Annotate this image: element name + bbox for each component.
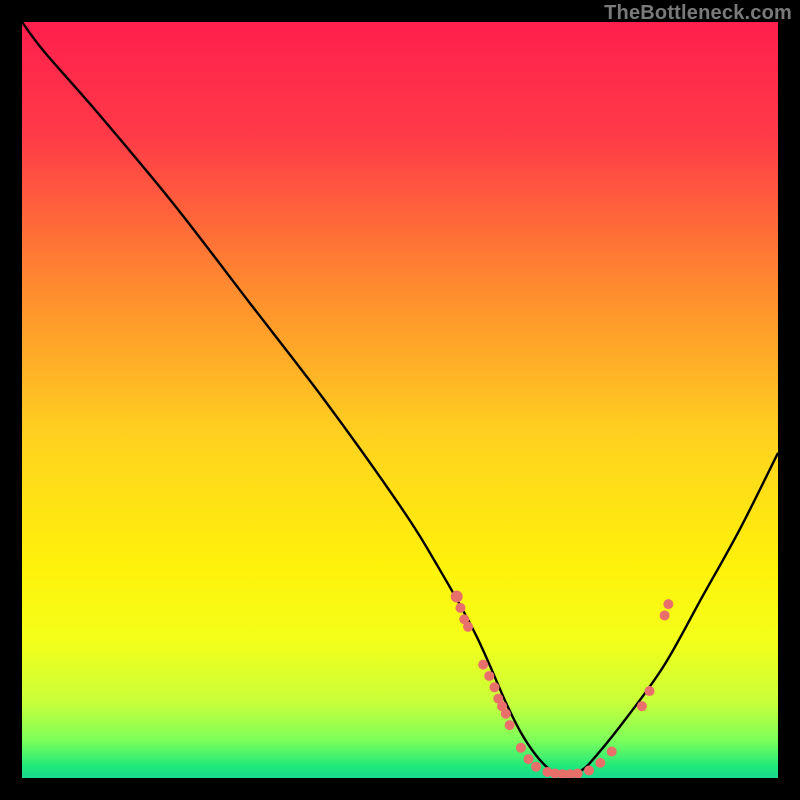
plot-svg: [22, 22, 778, 778]
data-marker: [660, 610, 670, 620]
plot-area: [22, 22, 778, 778]
data-marker: [584, 765, 594, 775]
data-marker: [637, 701, 647, 711]
data-marker: [490, 682, 500, 692]
data-marker: [463, 622, 473, 632]
data-marker: [505, 720, 515, 730]
data-marker: [501, 709, 511, 719]
data-marker: [451, 591, 463, 603]
data-marker: [607, 747, 617, 757]
data-marker: [478, 660, 488, 670]
data-marker: [455, 603, 465, 613]
data-marker: [644, 686, 654, 696]
data-marker: [484, 671, 494, 681]
data-marker: [516, 743, 526, 753]
data-marker: [595, 758, 605, 768]
data-marker: [524, 754, 534, 764]
data-marker: [531, 762, 541, 772]
chart-frame: TheBottleneck.com: [0, 0, 800, 800]
data-marker: [663, 599, 673, 609]
data-marker: [573, 768, 583, 778]
